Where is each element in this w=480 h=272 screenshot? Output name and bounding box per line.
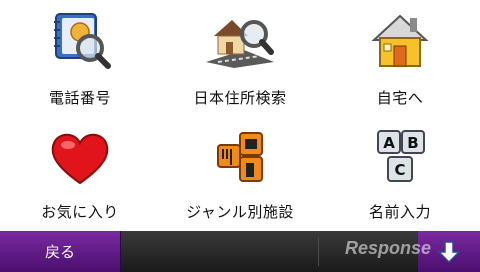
abc-keys-icon: A B C [377, 130, 425, 182]
phone-number-button[interactable]: 電話番号 [0, 0, 160, 115]
name-input-button[interactable]: A B C 名前入力 [320, 115, 480, 231]
facilities-by-genre-button[interactable]: ジャンル別施設 [160, 115, 320, 231]
facilities-by-genre-label: ジャンル別施設 [186, 203, 294, 221]
go-home-button[interactable]: 自宅へ [320, 0, 480, 115]
address-search-label: 日本住所検索 [193, 89, 287, 107]
back-button-label: 戻る [44, 243, 75, 261]
back-button[interactable]: 戻る [0, 231, 121, 272]
favorites-button[interactable]: お気に入り [0, 115, 160, 231]
house-road-search-icon [206, 20, 274, 68]
poi-category-icon [217, 132, 263, 182]
phone-number-label: 電話番号 [48, 89, 111, 107]
favorites-label: お気に入り [41, 203, 119, 221]
bar-divider [318, 237, 319, 266]
address-search-button[interactable]: 日本住所検索 [160, 0, 320, 115]
svg-text:C: C [394, 161, 405, 179]
watermark-logo: Response [345, 238, 432, 258]
address-book-search-icon [54, 13, 111, 69]
svg-text:B: B [407, 134, 418, 152]
svg-text:A: A [383, 134, 395, 152]
name-input-label: 名前入力 [368, 203, 431, 221]
go-home-label: 自宅へ [376, 89, 424, 107]
heart-icon [51, 133, 109, 185]
menu-grid: 電話番号 日本住所検索 自宅へ お気に入り ジャンル別施設 A B C 名前入力 [0, 0, 480, 231]
home-icon [371, 14, 429, 67]
